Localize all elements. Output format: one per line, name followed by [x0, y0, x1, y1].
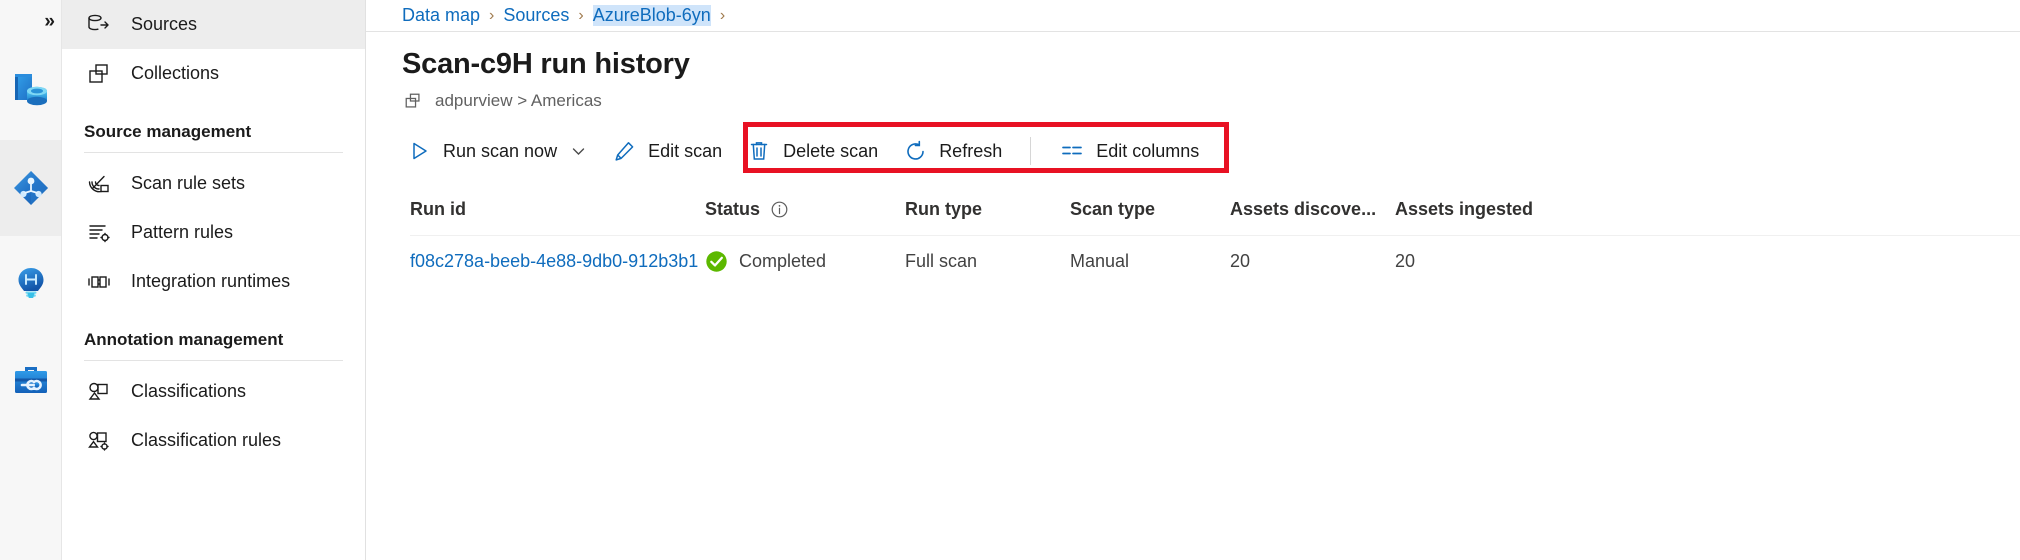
run-scan-now-label: Run scan now [443, 141, 557, 162]
nav-group-annotation-management: Annotation management [62, 306, 365, 361]
data-map-nav-panel: Sources Collections Source management [62, 0, 366, 560]
sources-icon [84, 10, 114, 40]
classification-rules-icon [84, 426, 114, 456]
breadcrumb-item-azureblob[interactable]: AzureBlob-6yn [593, 5, 711, 26]
cell-assets-ingested: 20 [1395, 251, 1595, 272]
table-header-row: Run id Status Run type Scan type Assets … [410, 183, 2020, 235]
cell-status: Completed [705, 250, 905, 273]
sidebar-item-classifications[interactable]: Classifications [62, 367, 365, 416]
cell-assets-discovered: 20 [1230, 251, 1395, 272]
collections-icon [402, 90, 424, 112]
nav-group-divider [84, 152, 343, 153]
sidebar-item-label: Integration runtimes [131, 271, 290, 292]
edit-scan-label: Edit scan [648, 141, 722, 162]
page-header: Scan-c9H run history adpurview > America… [366, 32, 2020, 112]
sidebar-item-label: Scan rule sets [131, 173, 245, 194]
left-icon-rail: » [0, 0, 62, 560]
nav-group-divider [84, 360, 343, 361]
chevron-double-right-icon: » [44, 11, 53, 33]
sidebar-item-collections[interactable]: Collections [62, 49, 365, 98]
rail-item-data-map[interactable] [0, 140, 61, 236]
status-badge: Completed [739, 251, 826, 272]
chevron-right-icon: › [489, 7, 494, 25]
breadcrumb-item-sources[interactable]: Sources [503, 5, 569, 26]
sidebar-item-label: Classification rules [131, 430, 281, 451]
column-header-status-label: Status [705, 199, 760, 220]
column-header-scan-type[interactable]: Scan type [1070, 199, 1230, 220]
chevron-down-icon[interactable] [570, 143, 587, 160]
rail-item-management[interactable] [0, 332, 61, 428]
sidebar-item-scan-rule-sets[interactable]: Scan rule sets [62, 159, 365, 208]
edit-scan-button[interactable]: Edit scan [599, 129, 734, 173]
delete-scan-button[interactable]: Delete scan [734, 129, 890, 173]
sidebar-item-classification-rules[interactable]: Classification rules [62, 416, 365, 465]
edit-columns-label: Edit columns [1096, 141, 1199, 162]
nav-group-title: Source management [84, 122, 343, 152]
play-triangle-icon [406, 138, 432, 164]
refresh-button[interactable]: Refresh [890, 129, 1014, 173]
page-title: Scan-c9H run history [402, 48, 2020, 81]
toolbar-divider [1030, 137, 1031, 165]
cell-run-id[interactable]: f08c278a-beeb-4e88-9db0-912b3b1 [410, 251, 705, 272]
edit-columns-icon [1059, 138, 1085, 164]
cell-scan-type: Manual [1070, 251, 1230, 272]
chevron-right-icon: › [720, 7, 725, 25]
success-check-icon [705, 250, 728, 273]
sidebar-item-pattern-rules[interactable]: Pattern rules [62, 208, 365, 257]
expand-rail-button[interactable]: » [0, 0, 61, 44]
sidebar-item-label: Sources [131, 14, 197, 35]
info-icon[interactable] [770, 200, 789, 219]
nav-group-source-management: Source management [62, 98, 365, 153]
chevron-right-icon: › [578, 7, 583, 25]
column-header-assets-ingested[interactable]: Assets ingested [1395, 199, 1595, 220]
sidebar-item-label: Pattern rules [131, 222, 233, 243]
column-header-status[interactable]: Status [705, 199, 905, 220]
nav-group-title: Annotation management [84, 330, 343, 360]
sidebar-item-label: Collections [131, 63, 219, 84]
column-header-run-id[interactable]: Run id [410, 199, 705, 220]
lightbulb-insights-icon [10, 263, 52, 305]
toolbox-management-icon [10, 359, 52, 401]
collection-path: adpurview > Americas [402, 90, 2020, 112]
table-row[interactable]: f08c278a-beeb-4e88-9db0-912b3b1 Complete… [410, 235, 2020, 287]
pencil-edit-icon [611, 138, 637, 164]
sidebar-item-label: Classifications [131, 381, 246, 402]
sidebar-item-sources[interactable]: Sources [62, 0, 365, 49]
pattern-rules-icon [84, 218, 114, 248]
edit-columns-button[interactable]: Edit columns [1047, 129, 1211, 173]
classifications-icon [84, 377, 114, 407]
run-history-table: Run id Status Run type Scan type Assets … [366, 183, 2020, 287]
breadcrumb: Data map › Sources › AzureBlob-6yn › [366, 0, 2020, 32]
cell-run-type: Full scan [905, 251, 1070, 272]
scan-rule-sets-icon [84, 169, 114, 199]
refresh-icon [902, 138, 928, 164]
run-scan-now-button[interactable]: Run scan now [394, 129, 599, 173]
command-bar: Run scan now Edit scan [394, 127, 2020, 175]
column-header-run-type[interactable]: Run type [905, 199, 1070, 220]
collection-path-text: adpurview > Americas [435, 91, 602, 111]
delete-scan-label: Delete scan [783, 141, 878, 162]
breadcrumb-item-data-map[interactable]: Data map [402, 5, 480, 26]
collections-icon [84, 59, 114, 89]
main-content: Data map › Sources › AzureBlob-6yn › Sca… [366, 0, 2020, 560]
data-map-icon [10, 167, 52, 209]
rail-item-data-catalog[interactable] [0, 44, 61, 140]
purview-scan-run-history-page: » [0, 0, 2020, 560]
run-id-link[interactable]: f08c278a-beeb-4e88-9db0-912b3b1 [410, 251, 698, 271]
trash-delete-icon [746, 138, 772, 164]
refresh-label: Refresh [939, 141, 1002, 162]
integration-runtimes-icon [84, 267, 114, 297]
data-catalog-icon [10, 71, 52, 113]
column-header-assets-discovered[interactable]: Assets discove... [1230, 199, 1395, 220]
sidebar-item-integration-runtimes[interactable]: Integration runtimes [62, 257, 365, 306]
rail-item-data-insights[interactable] [0, 236, 61, 332]
